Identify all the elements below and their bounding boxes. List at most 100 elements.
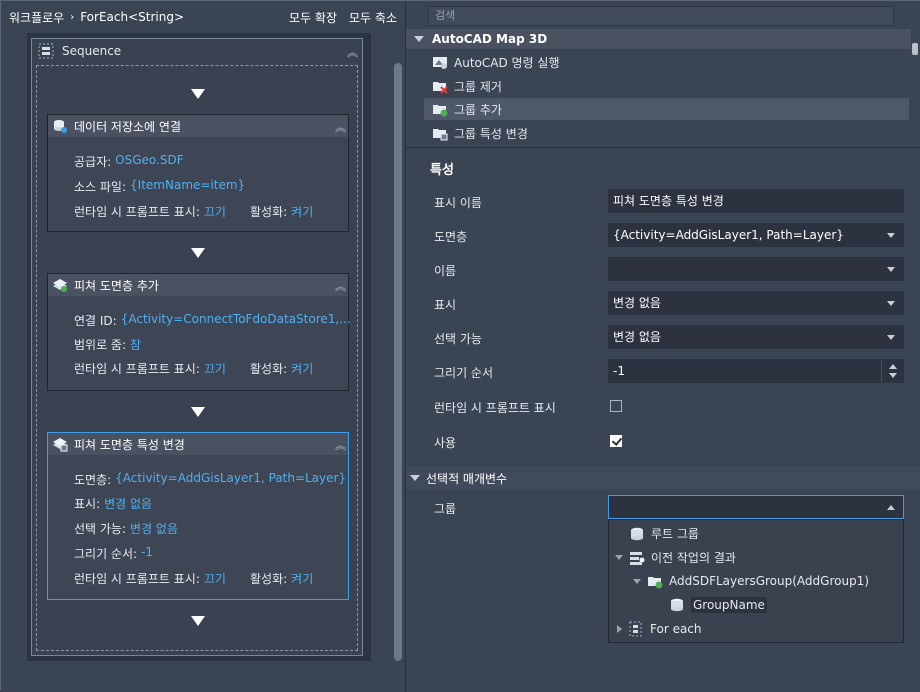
group-dropdown[interactable]	[608, 495, 904, 519]
command-icon	[432, 54, 448, 70]
property-value[interactable]: 끄기	[204, 203, 226, 220]
sequence-title: Sequence	[62, 44, 122, 58]
toolbox-scrollbar[interactable]	[911, 31, 919, 143]
property-value[interactable]: {ItemName=item}	[130, 178, 245, 195]
group-option-add-sdf-layers-group[interactable]: AddSDFLayersGroup(AddGroup1)	[633, 573, 869, 589]
property-value[interactable]: 켜기	[291, 360, 313, 377]
activity-connect-datastore[interactable]: 데이터 저장소에 연결 ︽ 공급자: OSGeo.SDF 소스 파일: {Ite…	[47, 114, 349, 232]
group-option-for-each[interactable]: For each	[617, 621, 702, 637]
property-label: 런타임 시 프롬프트 표시:	[74, 572, 200, 586]
search-input[interactable]: 검색	[428, 6, 894, 26]
prop-label-selectable: 선택 가능	[434, 332, 482, 346]
draw-order-spinner[interactable]: -1	[608, 359, 904, 383]
activity-collapse-icon[interactable]: ︽	[335, 119, 346, 135]
name-dropdown[interactable]	[608, 257, 904, 281]
selectable-dropdown[interactable]: 변경 없음	[608, 325, 904, 349]
breadcrumb-workflow[interactable]: 워크플로우	[9, 9, 64, 26]
collapse-all-button[interactable]: 모두 축소	[349, 9, 397, 26]
property-value[interactable]: -1	[141, 545, 153, 562]
breadcrumb-separator: ›	[70, 11, 75, 23]
workflow-designer: 워크플로우 › ForEach<String> 모두 확장 모두 축소 Sequ…	[1, 1, 405, 692]
property-value[interactable]: {Activity=AddGisLayer1, Path=Layer}	[115, 471, 346, 488]
remove-group-icon	[432, 78, 448, 94]
toolbox-item-remove-group[interactable]: 그룹 제거	[424, 75, 909, 97]
expand-icon[interactable]	[615, 555, 623, 560]
prop-label-draw-order: 그리기 순서	[434, 366, 494, 380]
toolbox-item-add-group[interactable]: 그룹 추가	[424, 98, 909, 120]
activity-add-feature-layer[interactable]: 피쳐 도면층 추가 ︽ 연결 ID: {Activity=ConnectToFd…	[47, 273, 351, 391]
property-value[interactable]: 끄기	[204, 570, 226, 587]
display-name-field[interactable]: 피쳐 도면층 특성 변경	[608, 189, 904, 213]
scrollbar-thumb[interactable]	[912, 43, 918, 55]
property-label: 범위로 줌:	[74, 338, 127, 352]
property-value[interactable]: 끄기	[204, 360, 226, 377]
property-label: 그리기 순서:	[74, 547, 138, 561]
activity-property-row: 소스 파일: {ItemName=item}	[74, 178, 245, 195]
activity-header: 피쳐 도면층 추가	[48, 274, 348, 296]
prop-label-visible: 표시	[434, 298, 457, 312]
property-value[interactable]: {Activity=ConnectToFdoDataStore1,...	[121, 312, 351, 329]
property-label: 도면층:	[74, 473, 112, 487]
prompt-runtime-checkbox[interactable]	[610, 400, 622, 412]
enabled-checkbox[interactable]	[610, 435, 622, 447]
toolbox-item-group-properties[interactable]: 그룹 특성 변경	[424, 122, 909, 144]
workflow-scrollbar[interactable]	[394, 33, 402, 669]
app-window: 워크플로우 › ForEach<String> 모두 확장 모두 축소 Sequ…	[0, 0, 920, 692]
group-option-root[interactable]: 루트 그룹	[629, 525, 699, 542]
property-label: 런타임 시 프롬프트 표시:	[74, 362, 200, 376]
chevron-down-icon	[887, 267, 895, 272]
toolbox-group-header[interactable]: AutoCAD Map 3D	[406, 29, 911, 49]
activity-property-row: 런타임 시 프롬프트 표시: 끄기 활성화: 켜기	[74, 360, 313, 377]
property-label: 소스 파일:	[74, 180, 127, 194]
dropdown-value: 변경 없음	[613, 296, 661, 310]
group-option-previous-results[interactable]: 이전 작업의 결과	[615, 549, 736, 566]
properties-title: 특성	[430, 163, 454, 178]
spinner-down-icon[interactable]	[889, 373, 897, 378]
breadcrumb-foreach[interactable]: ForEach<String>	[80, 10, 184, 24]
group-properties-icon	[432, 125, 448, 141]
layer-dropdown[interactable]: {Activity=AddGisLayer1, Path=Layer}	[608, 223, 904, 247]
activity-property-row: 공급자: OSGeo.SDF	[74, 153, 184, 170]
property-value[interactable]: 변경 없음	[130, 520, 178, 537]
option-label: For each	[650, 622, 702, 636]
activity-property-row: 표시: 변경 없음	[74, 495, 152, 512]
option-label: AddSDFLayersGroup(AddGroup1)	[669, 574, 869, 588]
chevron-down-icon	[887, 233, 895, 238]
activity-collapse-icon[interactable]: ︽	[335, 437, 346, 453]
activity-property-row: 런타임 시 프롬프트 표시: 끄기 활성화: 켜기	[74, 203, 313, 220]
spinner-buttons[interactable]	[881, 360, 903, 382]
toolbox-item-run-command[interactable]: AutoCAD 명령 실행	[424, 51, 909, 73]
flow-arrow-icon	[191, 89, 205, 99]
activity-property-row: 선택 가능: 변경 없음	[74, 520, 178, 537]
expand-icon[interactable]	[617, 625, 622, 633]
activity-property-row: 도면층: {Activity=AddGisLayer1, Path=Layer}	[74, 471, 346, 488]
database-connect-icon	[52, 118, 68, 134]
chevron-down-icon	[887, 335, 895, 340]
activity-property-row: 그리기 순서: -1	[74, 545, 153, 562]
activity-header: 피쳐 도면층 특성 변경	[48, 433, 348, 455]
expand-all-button[interactable]: 모두 확장	[289, 9, 337, 26]
activity-change-layer-properties[interactable]: 피쳐 도면층 특성 변경 ︽ 도면층: {Activity=AddGisLaye…	[47, 432, 349, 600]
property-value[interactable]: 참	[130, 336, 141, 353]
dropdown-value: {Activity=AddGisLayer1, Path=Layer}	[613, 228, 844, 242]
property-value[interactable]: 켜기	[291, 203, 313, 220]
spinner-up-icon[interactable]	[889, 364, 897, 369]
activity-title: 피쳐 도면층 추가	[74, 278, 159, 293]
prop-label-enabled: 사용	[434, 436, 457, 450]
activity-collapse-icon[interactable]: ︽	[335, 278, 346, 294]
option-label: 루트 그룹	[651, 527, 699, 541]
chevron-down-icon	[887, 301, 895, 306]
sequence-collapse-icon[interactable]: ︽	[347, 44, 358, 60]
scrollbar-thumb[interactable]	[394, 63, 402, 661]
optional-params-header[interactable]: 선택적 매개변수	[406, 467, 920, 489]
property-value[interactable]: 변경 없음	[104, 495, 152, 512]
expand-icon[interactable]	[633, 578, 641, 584]
add-group-icon	[647, 573, 663, 589]
visible-dropdown[interactable]: 변경 없음	[608, 291, 904, 315]
property-value[interactable]: OSGeo.SDF	[115, 153, 183, 170]
chevron-down-icon	[414, 36, 424, 42]
prop-label-name: 이름	[434, 264, 457, 278]
sequence-header: Sequence	[38, 43, 121, 59]
property-value[interactable]: 켜기	[291, 570, 313, 587]
group-option-group-name[interactable]: GroupName	[669, 597, 767, 613]
